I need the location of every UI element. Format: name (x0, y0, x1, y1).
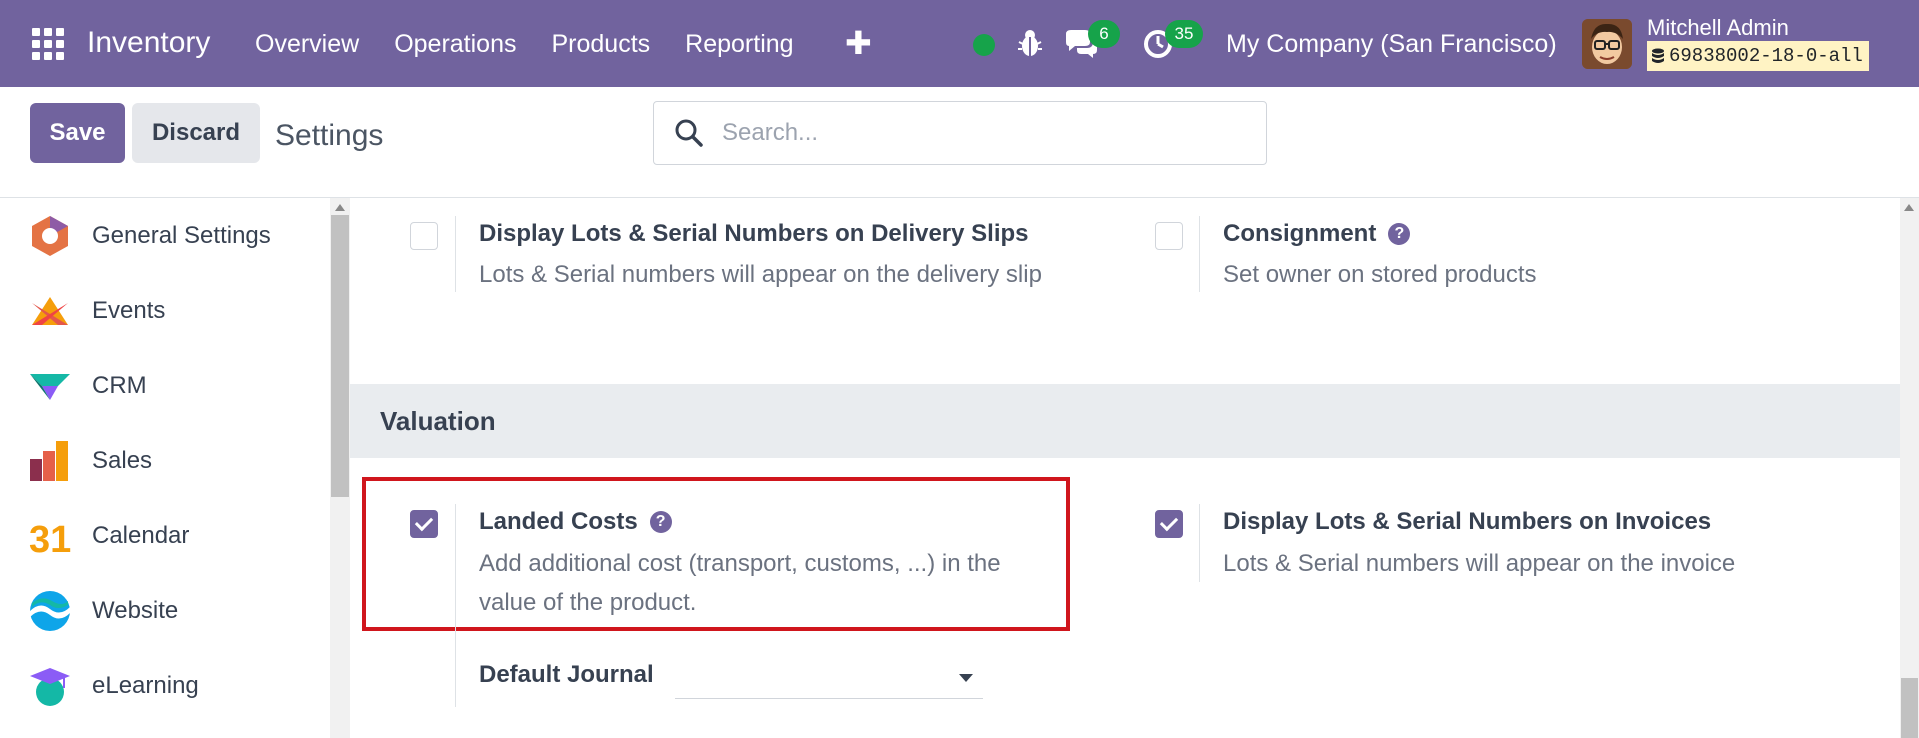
setting-description: Add additional cost (transport, customs,… (479, 544, 1001, 622)
search-bar[interactable] (653, 101, 1267, 165)
page-title: Settings (275, 119, 384, 152)
content-scrollbar[interactable] (1900, 198, 1919, 738)
app-grid-icon[interactable] (32, 28, 64, 60)
setting-title: Consignment ? (1223, 220, 1411, 248)
crm-icon (30, 374, 70, 400)
sidebar-item-website[interactable]: Website (28, 586, 178, 636)
status-indicator (973, 34, 995, 56)
sidebar-item-elearning[interactable]: eLearning (28, 661, 199, 711)
divider (455, 216, 456, 292)
sales-icon (30, 441, 68, 481)
consignment-checkbox[interactable] (1155, 222, 1183, 250)
description-line: value of the product. (479, 589, 697, 616)
sidebar-item-label: Calendar (92, 522, 190, 549)
activity-count-badge: 35 (1165, 20, 1203, 48)
sidebar-item-calendar[interactable]: 31 Calendar (28, 511, 189, 561)
divider (1199, 504, 1200, 582)
sidebar-item-label: Website (92, 597, 179, 624)
sidebar-item-sales[interactable]: Sales (28, 436, 152, 486)
sidebar-item-general-settings[interactable]: General Settings (28, 211, 271, 261)
lots-delivery-slip-checkbox[interactable] (410, 222, 438, 250)
plus-icon[interactable]: ✚ (845, 24, 872, 62)
sidebar-item-label: CRM (92, 372, 147, 399)
sidebar-item-crm[interactable]: CRM (28, 361, 147, 411)
lots-delivery-slip-title: Display Lots & Serial Numbers on Deliver… (479, 220, 1029, 247)
landed-costs-checkbox[interactable] (410, 510, 438, 538)
user-avatar[interactable] (1582, 19, 1632, 69)
sidebar-item-label: General Settings (92, 222, 271, 249)
default-journal-select[interactable] (675, 656, 983, 699)
discard-button[interactable]: Discard (132, 103, 260, 163)
app-name[interactable]: Inventory (87, 26, 210, 60)
top-navbar: Inventory Overview Operations Products R… (0, 0, 1919, 87)
setting-description: Lots & Serial numbers will appear on the… (1223, 550, 1736, 577)
control-panel: Save Discard Settings (0, 87, 1919, 198)
menu-operations[interactable]: Operations (394, 30, 516, 59)
help-icon[interactable]: ? (649, 511, 672, 533)
sidebar-item-label: Events (92, 297, 166, 324)
scroll-up-arrow-icon[interactable] (1904, 204, 1914, 211)
search-icon (675, 119, 703, 147)
help-icon[interactable]: ? (1388, 223, 1411, 245)
setting-description: Set owner on stored products (1223, 261, 1537, 288)
elearning-icon (30, 668, 70, 706)
search-input[interactable] (720, 112, 1244, 154)
sidebar-item-label: eLearning (92, 672, 199, 699)
website-icon (30, 591, 70, 631)
main-menu: Overview Operations Products Reporting (255, 30, 794, 59)
database-name: 69838002-18-0-all (1669, 45, 1863, 67)
content-scroll-thumb[interactable] (1901, 678, 1918, 738)
bug-icon[interactable] (1017, 28, 1043, 58)
general-settings-icon (32, 216, 68, 256)
database-icon (1652, 48, 1664, 63)
default-journal-label: Default Journal (479, 661, 654, 688)
landed-costs-title: Landed Costs (479, 508, 638, 535)
divider (455, 504, 456, 707)
divider (1199, 216, 1200, 292)
calendar-icon: 31 (29, 519, 71, 558)
menu-reporting[interactable]: Reporting (685, 30, 793, 59)
events-icon (32, 297, 68, 325)
lots-invoices-title: Display Lots & Serial Numbers on Invoice… (1223, 508, 1712, 535)
scroll-up-arrow-icon[interactable] (335, 204, 345, 211)
sidebar-scroll-thumb[interactable] (331, 215, 349, 497)
description-line: Add additional cost (transport, customs,… (479, 550, 1001, 577)
sidebar-item-label: Sales (92, 447, 153, 474)
save-button[interactable]: Save (30, 103, 125, 163)
setting-description: Lots & Serial numbers will appear on the… (479, 261, 1042, 288)
messages-count-badge: 6 (1088, 20, 1120, 48)
setting-title: Display Lots & Serial Numbers on Invoice… (1223, 508, 1711, 536)
setting-title: Display Lots & Serial Numbers on Deliver… (479, 220, 1029, 248)
settings-sidebar: General Settings Events CRM Sales 31 Cal… (0, 198, 330, 738)
lots-invoices-checkbox[interactable] (1155, 510, 1183, 538)
menu-products[interactable]: Products (551, 30, 650, 59)
user-name[interactable]: Mitchell Admin (1647, 15, 1789, 41)
menu-overview[interactable]: Overview (255, 30, 359, 59)
company-switcher[interactable]: My Company (San Francisco) (1226, 30, 1557, 59)
database-tag: 69838002-18-0-all (1647, 41, 1869, 71)
svg-text:31: 31 (29, 519, 71, 558)
settings-content: Display Lots & Serial Numbers on Deliver… (350, 198, 1900, 738)
setting-title: Landed Costs ? (479, 508, 672, 536)
section-header: Valuation (350, 384, 1900, 458)
caret-down-icon (959, 674, 973, 682)
sidebar-item-events[interactable]: Events (28, 286, 165, 336)
consignment-title: Consignment (1223, 220, 1377, 247)
section-title: Valuation (380, 406, 496, 436)
